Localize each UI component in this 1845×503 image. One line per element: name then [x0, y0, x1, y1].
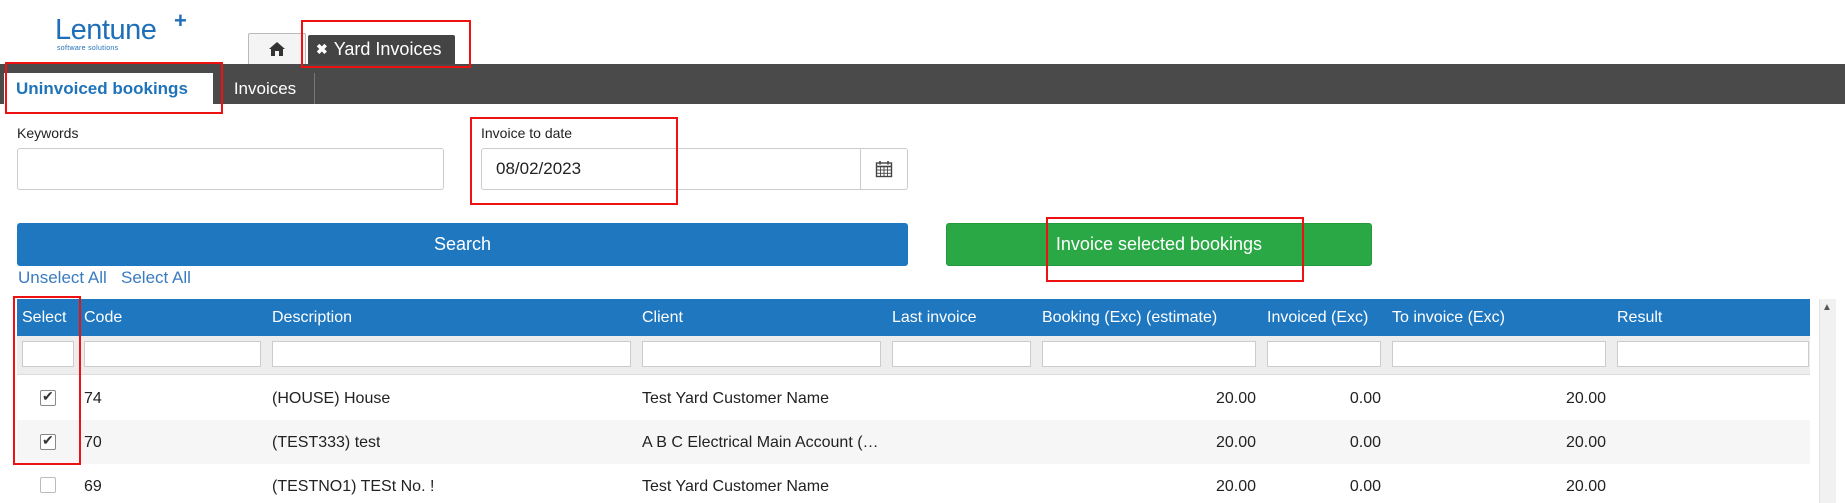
cell-to-invoice: 20.00 [1565, 390, 1606, 407]
invoice-selected-bookings-button[interactable]: Invoice selected bookings [946, 223, 1372, 266]
col-header-client[interactable]: Client [642, 309, 683, 327]
calendar-button[interactable] [860, 148, 908, 190]
logo-tagline: software solutions [57, 45, 119, 52]
logo-wordmark: Lentune [55, 14, 157, 46]
tab-uninvoiced-bookings[interactable]: Uninvoiced bookings [4, 73, 213, 104]
cell-invoiced: 0.00 [1349, 478, 1381, 495]
filter-last-invoice[interactable] [892, 341, 1031, 367]
col-header-description[interactable]: Description [272, 309, 352, 327]
filter-result[interactable] [1617, 341, 1809, 367]
cell-booking: 20.00 [1215, 478, 1256, 495]
row-select-checkbox[interactable] [40, 432, 56, 450]
filter-booking[interactable] [1042, 341, 1256, 367]
close-icon[interactable]: ✖ [316, 41, 328, 58]
tab-yard-invoices-label: Yard Invoices [333, 39, 442, 59]
lentune-logo: Lentune + software solutions [55, 8, 205, 56]
cell-client: Test Yard Customer Name [642, 478, 830, 495]
keywords-label: Keywords [17, 125, 79, 141]
col-header-select[interactable]: Select [22, 309, 66, 327]
home-icon [269, 42, 285, 56]
cell-description: (TESTNO1) TESt No. ! [272, 478, 435, 495]
row-select-checkbox[interactable] [40, 477, 56, 493]
cell-invoiced: 0.00 [1349, 390, 1381, 407]
tab-invoices[interactable]: Invoices [216, 73, 315, 104]
cell-to-invoice: 20.00 [1565, 478, 1606, 495]
cell-code: 70 [84, 434, 102, 451]
filter-code[interactable] [84, 341, 261, 367]
logo-plus: + [174, 8, 187, 33]
filter-select[interactable] [22, 341, 74, 367]
cell-client: A B C Electrical Main Account (… [642, 434, 879, 451]
calendar-icon [875, 161, 893, 178]
select-all-link[interactable]: Select All [121, 268, 191, 288]
keywords-input[interactable] [17, 148, 444, 190]
cell-description: (TEST333) test [272, 434, 381, 451]
col-header-result[interactable]: Result [1617, 309, 1662, 327]
col-header-invoiced[interactable]: Invoiced (Exc) [1267, 309, 1368, 327]
cell-booking: 20.00 [1215, 434, 1256, 451]
home-tab[interactable] [248, 33, 306, 64]
filter-to-invoice[interactable] [1392, 341, 1606, 367]
cell-description: (HOUSE) House [272, 390, 391, 407]
top-tab-bar: ✖ Yard Invoices [248, 33, 456, 64]
invoice-to-date-input[interactable] [481, 148, 861, 190]
cell-code: 69 [84, 478, 102, 495]
col-header-booking[interactable]: Booking (Exc) (estimate) [1042, 309, 1217, 327]
cell-booking: 20.00 [1215, 390, 1256, 407]
table-scrollbar[interactable] [1819, 299, 1836, 503]
cell-to-invoice: 20.00 [1565, 434, 1606, 451]
row-select-checkbox[interactable] [40, 388, 56, 406]
filter-description[interactable] [272, 341, 631, 367]
col-header-code[interactable]: Code [84, 309, 122, 327]
col-header-to-invoice[interactable]: To invoice (Exc) [1392, 309, 1505, 327]
cell-invoiced: 0.00 [1349, 434, 1381, 451]
filter-invoiced[interactable] [1267, 341, 1381, 367]
tab-yard-invoices[interactable]: ✖ Yard Invoices [308, 35, 456, 64]
unselect-all-link[interactable]: Unselect All [18, 268, 107, 288]
col-header-last-invoice[interactable]: Last invoice [892, 309, 977, 327]
invoice-to-date-label: Invoice to date [481, 125, 573, 141]
search-button[interactable]: Search [17, 223, 908, 266]
cell-code: 74 [84, 390, 102, 407]
cell-client: Test Yard Customer Name [642, 390, 830, 407]
scroll-up-arrow-icon[interactable]: ▲ [1822, 302, 1832, 313]
filter-client[interactable] [642, 341, 881, 367]
